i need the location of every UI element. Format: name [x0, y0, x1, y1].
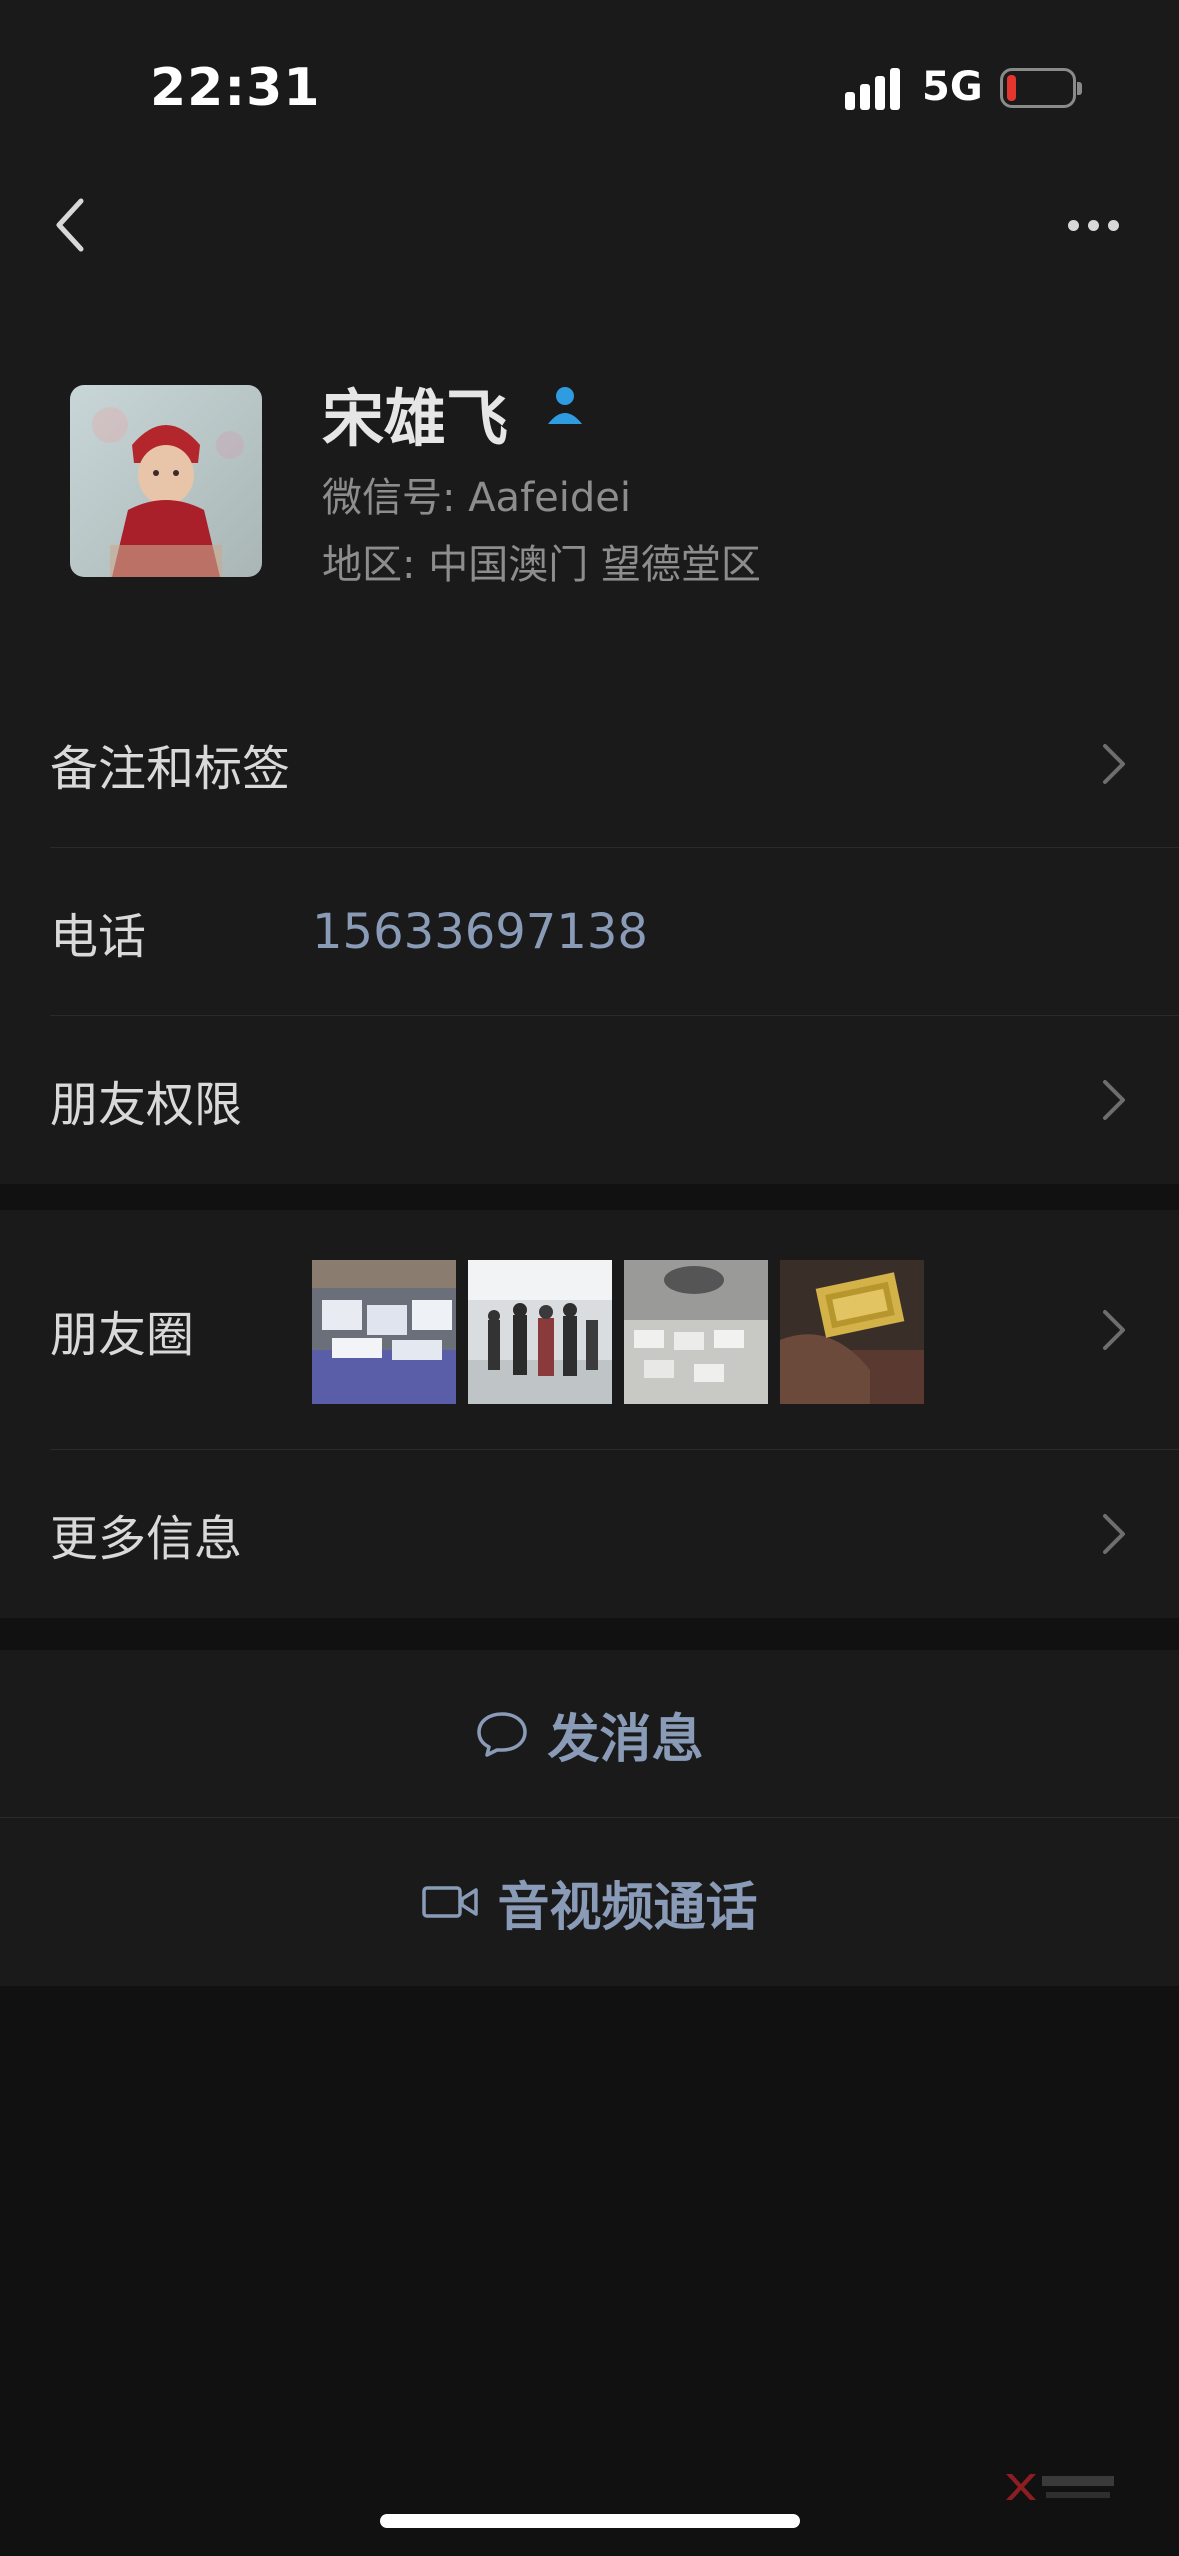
phone-label: 电话 — [50, 909, 147, 965]
wechat-id: 微信号: Aafeidei — [322, 475, 631, 521]
moments-thumbnails — [312, 1260, 924, 1404]
permissions-row[interactable]: 朋友权限 — [0, 1016, 1179, 1184]
moments-row[interactable]: 朋友圈 — [0, 1210, 1179, 1450]
phone-row: 电话 15633697138 — [0, 848, 1179, 1016]
chevron-right-icon — [1103, 1310, 1125, 1350]
info-list: 备注和标签 电话 15633697138 朋友权限 — [0, 680, 1179, 1184]
chevron-right-icon — [1103, 744, 1125, 784]
moments-thumbnail — [312, 1260, 456, 1404]
more-info-row[interactable]: 更多信息 — [0, 1450, 1179, 1618]
battery-icon — [1000, 68, 1082, 108]
signal-icon — [845, 68, 900, 110]
send-message-label: 发消息 — [547, 1709, 704, 1770]
avatar[interactable] — [70, 385, 262, 577]
phone-number[interactable]: 15633697138 — [312, 904, 648, 960]
remark-label: 备注和标签 — [50, 741, 291, 797]
more-options-button[interactable] — [1058, 195, 1128, 255]
status-time: 22:31 — [150, 58, 321, 118]
chevron-right-icon — [1103, 1080, 1125, 1120]
chevron-right-icon — [1103, 1514, 1125, 1554]
more-dot-icon — [1067, 219, 1079, 231]
video-call-label: 音视频通话 — [497, 1877, 758, 1938]
region: 地区: 中国澳门 望德堂区 — [322, 542, 761, 588]
moments-list: 朋友圈 更多信息 — [0, 1210, 1179, 1618]
video-camera-icon — [422, 1886, 479, 1918]
video-call-button[interactable]: 音视频通话 — [0, 1818, 1179, 1986]
more-info-label: 更多信息 — [50, 1511, 243, 1567]
contact-profile-screen: 22:31 5G 宋雄飞 微信号: Aafeidei 地区: 中国澳门 望德堂区… — [0, 0, 1179, 2556]
more-dot-icon — [1107, 219, 1119, 231]
moments-label: 朋友圈 — [50, 1307, 195, 1363]
send-message-button[interactable]: 发消息 — [0, 1650, 1179, 1818]
permissions-label: 朋友权限 — [50, 1077, 243, 1133]
more-dot-icon — [1087, 219, 1099, 231]
home-indicator[interactable] — [380, 2514, 800, 2528]
back-button[interactable] — [40, 195, 100, 255]
chevron-left-icon — [56, 198, 84, 252]
network-type: 5G — [922, 64, 983, 110]
nav-bar — [0, 150, 1179, 300]
status-bar: 22:31 5G — [0, 0, 1179, 150]
battery-level — [1007, 75, 1016, 101]
moments-thumbnail — [624, 1260, 768, 1404]
user-icon — [548, 387, 582, 424]
profile-header: 宋雄飞 微信号: Aafeidei 地区: 中国澳门 望德堂区 — [0, 300, 1179, 680]
action-list: 发消息 音视频通话 — [0, 1650, 1179, 1986]
moments-thumbnail — [780, 1260, 924, 1404]
remark-row[interactable]: 备注和标签 — [0, 680, 1179, 848]
watermark-logo — [1006, 2474, 1114, 2500]
contact-name: 宋雄飞 — [322, 382, 509, 455]
moments-thumbnail — [468, 1260, 612, 1404]
chat-bubble-icon — [477, 1712, 528, 1757]
